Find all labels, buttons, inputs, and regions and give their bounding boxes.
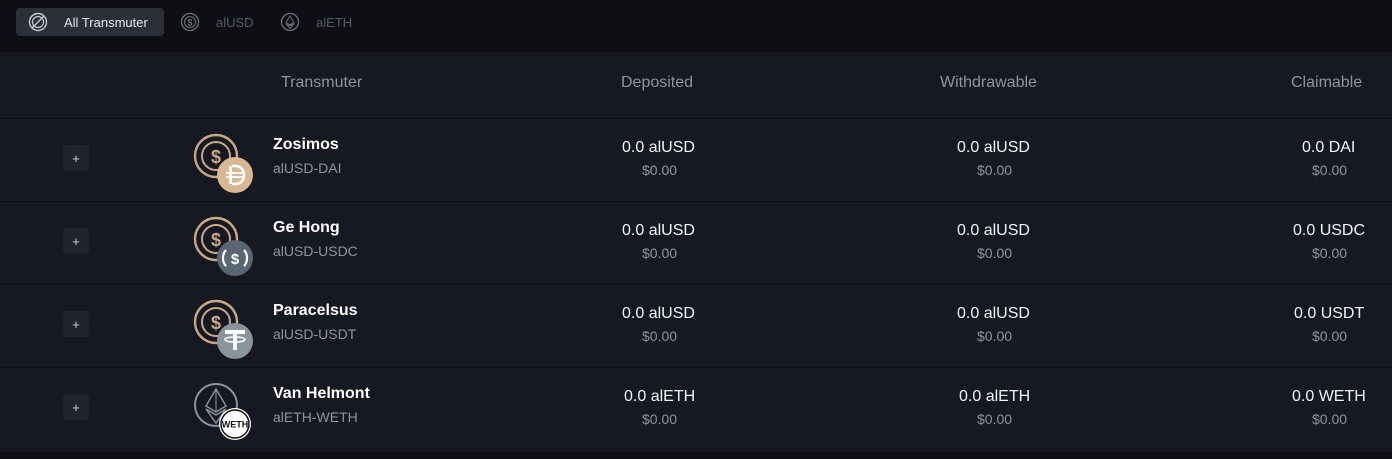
- deposited-amount: 0.0 alUSD: [622, 305, 695, 322]
- tab-all-transmuter[interactable]: All Transmuter: [16, 8, 164, 36]
- claimable-usd: $0.00: [1312, 328, 1348, 344]
- alusd-usdt-avatar: $: [192, 298, 256, 362]
- deposited-usd: $0.00: [642, 411, 678, 427]
- table-row: + $ Paracelsus alUSD-USDT 0.0 alUSD $0.0…: [0, 284, 1392, 366]
- withdrawable-amount: 0.0 alETH: [959, 388, 1031, 405]
- svg-text:$: $: [231, 251, 240, 268]
- alusd-icon: $: [180, 12, 200, 32]
- deposited-amount: 0.0 alUSD: [622, 139, 695, 156]
- svg-text:$: $: [211, 147, 221, 167]
- transmuter-name: Zosimos: [273, 136, 339, 153]
- transmuter-table: Transmuter Deposited Withdrawable Claima…: [0, 52, 1392, 452]
- withdrawable-amount: 0.0 alUSD: [957, 305, 1030, 322]
- header-withdrawable: Withdrawable: [940, 74, 1037, 91]
- deposited-usd: $0.00: [642, 162, 678, 178]
- transmuter-pair: alETH-WETH: [273, 409, 358, 425]
- claimable-amount: 0.0 USDT: [1294, 305, 1365, 322]
- withdrawable-usd: $0.00: [977, 328, 1013, 344]
- transmuter-pair: alUSD-USDC: [273, 243, 358, 259]
- transmuter-name: Van Helmont: [273, 385, 370, 402]
- alusd-dai-avatar: $: [192, 132, 256, 196]
- claimable-amount: 0.0 USDC: [1293, 222, 1366, 239]
- header-transmuter: Transmuter: [281, 74, 363, 91]
- tab-label: alUSD: [216, 14, 254, 30]
- deposited-amount: 0.0 alETH: [624, 388, 696, 405]
- tab-aleth[interactable]: alETH: [268, 8, 368, 36]
- svg-text:$: $: [187, 18, 192, 28]
- expand-row-button[interactable]: +: [63, 311, 89, 337]
- alusd-usdc-avatar: $ $: [192, 215, 256, 279]
- table-row: + WETH Van Helmont alETH-WETH 0.0 alETH …: [0, 367, 1392, 449]
- transmuter-filter-tabs: All Transmuter $ alUSD alETH: [0, 0, 1392, 44]
- deposited-usd: $0.00: [642, 245, 678, 261]
- transmuter-name: Paracelsus: [273, 302, 358, 319]
- page-footer-edge: [0, 452, 1392, 459]
- table-header: Transmuter Deposited Withdrawable Claima…: [0, 52, 1392, 112]
- weth-badge-text: WETH: [222, 420, 249, 430]
- header-claimable: Claimable: [1291, 74, 1363, 91]
- expand-row-button[interactable]: +: [63, 145, 89, 171]
- aleth-weth-avatar: WETH: [192, 381, 256, 445]
- tab-label: alETH: [316, 14, 353, 30]
- deposited-amount: 0.0 alUSD: [622, 222, 695, 239]
- claimable-usd: $0.00: [1312, 162, 1348, 178]
- withdrawable-amount: 0.0 alUSD: [957, 139, 1030, 156]
- claimable-amount: 0.0 DAI: [1302, 139, 1356, 156]
- table-row: + $ $ Ge Hong alUSD-USDC 0.0 alUSD $0.00…: [0, 201, 1392, 283]
- claimable-usd: $0.00: [1312, 411, 1348, 427]
- deposited-usd: $0.00: [642, 328, 678, 344]
- aleth-icon: [280, 12, 300, 32]
- svg-text:$: $: [211, 230, 221, 250]
- expand-row-button[interactable]: +: [63, 394, 89, 420]
- table-row: + $ Zosimos alUSD-DAI 0.0 alUSD $0.00 0.…: [0, 118, 1392, 200]
- tab-alusd[interactable]: $ alUSD: [168, 8, 268, 36]
- transmuter-icon: [28, 12, 48, 32]
- withdrawable-usd: $0.00: [977, 162, 1013, 178]
- withdrawable-amount: 0.0 alUSD: [957, 222, 1030, 239]
- transmuter-name: Ge Hong: [273, 219, 340, 236]
- svg-text:$: $: [211, 313, 221, 333]
- transmuter-pair: alUSD-DAI: [273, 160, 342, 176]
- claimable-amount: 0.0 WETH: [1292, 388, 1366, 405]
- claimable-usd: $0.00: [1312, 245, 1348, 261]
- withdrawable-usd: $0.00: [977, 245, 1013, 261]
- header-deposited: Deposited: [621, 74, 694, 91]
- transmuter-pair: alUSD-USDT: [273, 326, 357, 342]
- expand-row-button[interactable]: +: [63, 228, 89, 254]
- tab-label: All Transmuter: [64, 14, 148, 30]
- withdrawable-usd: $0.00: [977, 411, 1013, 427]
